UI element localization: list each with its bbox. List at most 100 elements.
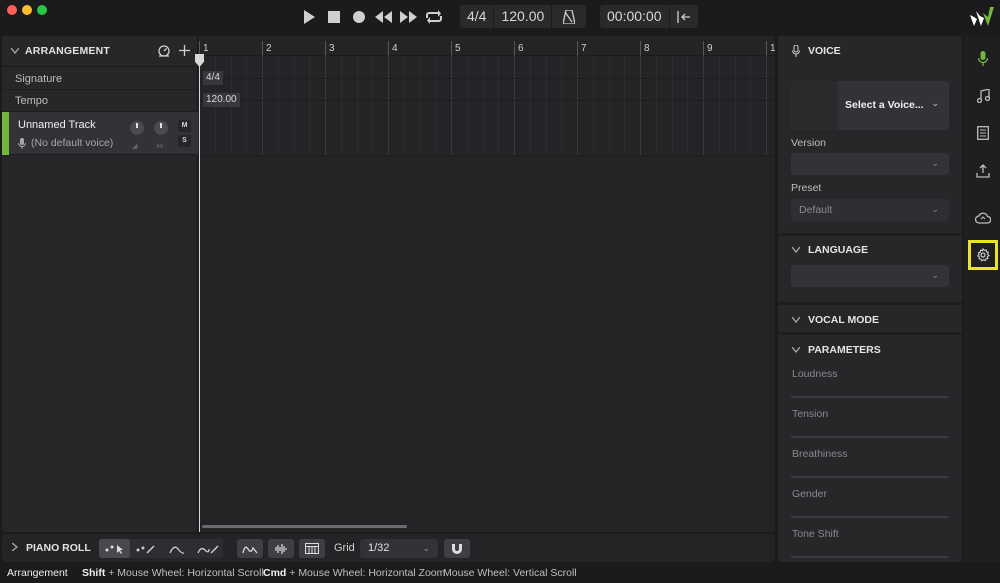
track-color-strip <box>2 112 9 155</box>
close-window-button[interactable] <box>7 5 17 15</box>
parameter-label: Tone Shift <box>792 528 839 540</box>
export-icon[interactable] <box>970 158 996 184</box>
mute-button[interactable]: M <box>178 120 191 132</box>
arrangement-header: ARRANGEMENT <box>2 36 198 67</box>
volume-knob[interactable] <box>130 121 144 135</box>
chevron-down-icon <box>792 317 800 323</box>
return-to-start-icon[interactable] <box>670 5 698 28</box>
timeline-area[interactable]: 1 2 3 4 5 6 7 8 9 10 4/4 120.00 <box>195 36 775 532</box>
pitch-tool-icon[interactable] <box>161 539 192 558</box>
expand-chevron-icon[interactable] <box>11 542 19 553</box>
record-icon[interactable] <box>346 6 371 28</box>
chevron-down-icon: ⌄ <box>931 270 939 280</box>
parameter-label: Gender <box>792 488 828 500</box>
draw-note-tool-icon[interactable] <box>130 539 161 558</box>
select-tool-icon[interactable] <box>99 539 130 558</box>
parameter-gender-slider[interactable]: Gender <box>791 478 948 518</box>
beat-gridline <box>577 56 578 155</box>
beat-gridline <box>294 56 295 155</box>
bar-number: 9 <box>707 43 713 54</box>
beat-gridline <box>640 56 641 155</box>
beat-gridline <box>546 56 547 155</box>
music-note-icon[interactable] <box>970 83 996 109</box>
snap-magnet-icon[interactable] <box>444 539 470 558</box>
beat-gridline <box>530 56 531 155</box>
voice-selector[interactable]: Select a Voice... ⌄ <box>791 81 949 130</box>
fast-forward-icon[interactable] <box>396 6 421 28</box>
chevron-down-icon: ⌄ <box>931 204 939 214</box>
track-header[interactable]: Unnamed Track (No default voice) ◢ ⋈ M S <box>2 112 198 155</box>
piano-keys-toggle-icon[interactable] <box>299 539 325 558</box>
signature-row-label: Signature <box>2 68 198 90</box>
pan-knob[interactable] <box>154 121 168 135</box>
preset-select[interactable]: Default ⌄ <box>791 199 949 221</box>
version-label: Version <box>791 137 827 149</box>
status-hint-key: Shift <box>82 567 106 579</box>
pitch-draw-tool-icon[interactable] <box>192 539 223 558</box>
language-select[interactable]: ⌄ <box>791 265 949 287</box>
play-icon[interactable] <box>296 6 321 28</box>
playhead[interactable] <box>199 56 200 532</box>
tempo-value-display[interactable]: 120.00 <box>494 5 553 28</box>
beat-gridline <box>498 56 499 155</box>
track-name[interactable]: Unnamed Track <box>18 119 96 131</box>
language-section-header[interactable]: LANGUAGE <box>778 236 962 264</box>
beat-gridline <box>451 56 452 155</box>
settings-gear-icon[interactable] <box>968 240 998 270</box>
voice-section-header[interactable]: VOICE <box>778 37 962 65</box>
beat-gridline <box>388 56 389 155</box>
arrangement-panel: ARRANGEMENT Signature Tempo Unnamed Trac… <box>2 36 775 532</box>
metronome-icon[interactable] <box>552 5 586 28</box>
beat-gridline <box>435 56 436 155</box>
grid-select-value: 1/32 <box>368 542 390 554</box>
piano-roll-title[interactable]: PIANO ROLL <box>26 542 91 554</box>
status-hint-horizontal-zoom: Cmd + Mouse Wheel: Horizontal Zoom <box>263 567 445 579</box>
parameter-tension-slider[interactable]: Tension <box>791 398 948 438</box>
parameter-tone-shift-slider[interactable]: Tone Shift <box>791 518 948 558</box>
beat-gridline <box>687 56 688 155</box>
version-select[interactable]: ⌄ <box>791 153 949 175</box>
microphone-icon[interactable] <box>970 45 996 71</box>
bar-number: 6 <box>518 43 524 54</box>
horizontal-scrollbar[interactable] <box>202 525 407 528</box>
parameter-breathiness-slider[interactable]: Breathiness <box>791 438 948 478</box>
status-hint-horizontal-scroll: Shift + Mouse Wheel: Horizontal Scroll <box>82 567 264 579</box>
cloud-icon[interactable] <box>970 205 996 231</box>
beat-gridline <box>309 56 310 155</box>
bar-tick <box>640 41 641 56</box>
bar-number: 5 <box>455 43 461 54</box>
beat-gridline <box>246 56 247 155</box>
parameters-section-title: PARAMETERS <box>808 344 881 356</box>
language-section-title: LANGUAGE <box>808 244 869 256</box>
stop-icon[interactable] <box>321 6 346 28</box>
bar-tick <box>262 41 263 56</box>
waveform-toggle-icon[interactable] <box>268 539 294 558</box>
beat-gridline <box>593 56 594 155</box>
grid-select[interactable]: 1/32 ⌄ <box>360 539 438 558</box>
beat-gridline <box>624 56 625 155</box>
add-track-icon[interactable] <box>179 45 190 60</box>
time-position-display[interactable]: 00:00:00 <box>600 5 670 28</box>
time-signature-marker[interactable]: 4/4 <box>203 71 223 85</box>
row-divider <box>199 78 775 79</box>
arrangement-title: ARRANGEMENT <box>25 45 111 57</box>
collapse-chevron-icon[interactable] <box>10 46 20 56</box>
zoom-window-button[interactable] <box>37 5 47 15</box>
bar-tick <box>199 41 200 56</box>
tempo-marker[interactable]: 120.00 <box>203 93 240 107</box>
solo-button[interactable]: S <box>178 135 191 147</box>
rewind-icon[interactable] <box>371 6 396 28</box>
beat-gridline <box>561 56 562 155</box>
pitch-curve-toggle-icon[interactable] <box>237 539 263 558</box>
time-signature-display[interactable]: 4/4 <box>460 5 495 28</box>
parameter-loudness-slider[interactable]: Loudness <box>791 358 948 398</box>
loop-icon[interactable] <box>421 6 446 28</box>
notebook-icon[interactable] <box>970 120 996 146</box>
timeline-ruler[interactable]: 1 2 3 4 5 6 7 8 9 10 <box>199 36 775 56</box>
tempo-gauge-icon[interactable] <box>158 45 170 60</box>
beat-gridline <box>262 56 263 155</box>
row-divider <box>199 155 775 156</box>
microphone-icon <box>792 45 800 57</box>
vocal-mode-section-header[interactable]: VOCAL MODE <box>778 306 962 334</box>
minimize-window-button[interactable] <box>22 5 32 15</box>
